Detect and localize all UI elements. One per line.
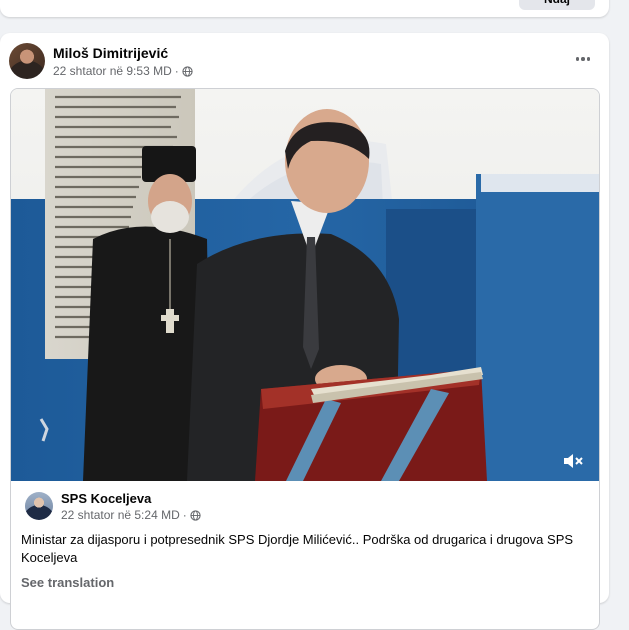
previous-post-card: Ndaj — [0, 0, 609, 17]
shared-post-meta: 22 shtator në 5:24 MD · — [61, 508, 201, 522]
post-author[interactable]: Miloš Dimitrijević — [53, 45, 168, 61]
shared-post-timestamp[interactable]: 22 shtator në 5:24 MD — [61, 508, 180, 522]
author-avatar[interactable] — [9, 43, 45, 79]
meta-separator: · — [182, 508, 187, 522]
post-timestamp[interactable]: 22 shtator në 9:53 MD — [53, 64, 172, 78]
see-translation-link[interactable]: See translation — [21, 575, 114, 590]
meta-separator: · — [174, 64, 179, 78]
shared-post[interactable]: SPS Koceljeva 22 shtator në 5:24 MD · Mi… — [10, 88, 600, 630]
volume-muted-icon[interactable] — [561, 449, 585, 473]
post-photo[interactable] — [11, 89, 599, 481]
globe-icon — [190, 509, 201, 521]
globe-icon — [182, 65, 193, 77]
shared-author-avatar[interactable] — [25, 492, 53, 520]
share-button[interactable]: Ndaj — [519, 0, 595, 10]
shared-post-text: Ministar za dijasporu i potpresednik SPS… — [21, 532, 574, 565]
post-meta: 22 shtator në 9:53 MD · — [53, 64, 193, 78]
shared-post-author[interactable]: SPS Koceljeva — [61, 491, 151, 506]
more-options-icon[interactable] — [571, 49, 595, 69]
post-card: Miloš Dimitrijević 22 shtator në 9:53 MD… — [0, 33, 609, 630]
